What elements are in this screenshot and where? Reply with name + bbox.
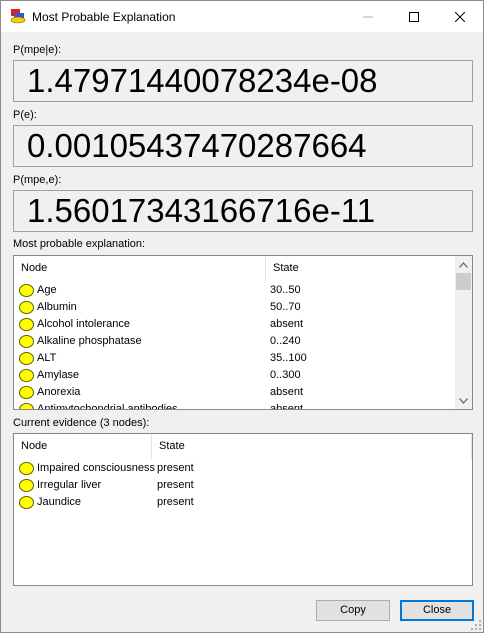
list-item[interactable]: Irregular liver present bbox=[14, 477, 472, 494]
node-name: Irregular liver bbox=[37, 479, 102, 491]
evidence-list[interactable]: Node State Impaired consciousness presen… bbox=[13, 433, 473, 586]
list-item[interactable]: Amylase 0..300 bbox=[14, 367, 457, 384]
app-icon bbox=[10, 9, 26, 24]
node-state: 0..240 bbox=[270, 335, 301, 347]
node-state: 35..100 bbox=[270, 352, 307, 364]
node-name: Anorexia bbox=[37, 386, 81, 398]
p-e-label: P(e): bbox=[13, 109, 37, 121]
node-name: Alcohol intolerance bbox=[37, 318, 130, 330]
node-icon bbox=[19, 284, 34, 297]
p-mpe-given-e-label: P(mpe|e): bbox=[13, 44, 62, 56]
node-name: Amylase bbox=[37, 369, 80, 381]
list-item[interactable]: Albumin 50..70 bbox=[14, 299, 457, 316]
mpe-column-node[interactable]: Node bbox=[14, 256, 266, 281]
copy-button[interactable]: Copy bbox=[316, 600, 390, 621]
scroll-up-button[interactable] bbox=[455, 256, 472, 273]
close-icon bbox=[455, 11, 465, 22]
chevron-down-icon bbox=[459, 397, 468, 404]
p-mpe-and-e-label: P(mpe,e): bbox=[13, 174, 62, 186]
node-state: absent bbox=[270, 386, 304, 398]
minimize-button[interactable] bbox=[345, 1, 391, 32]
list-item[interactable]: ALT 35..100 bbox=[14, 350, 457, 367]
node-icon bbox=[19, 318, 34, 331]
list-item[interactable]: Alcohol intolerance absent bbox=[14, 316, 457, 333]
title-bar[interactable]: Most Probable Explanation bbox=[1, 1, 483, 32]
node-icon bbox=[19, 496, 34, 509]
p-mpe-and-e-value[interactable]: 1.56017343166716e-11 bbox=[13, 190, 473, 232]
scroll-thumb[interactable] bbox=[456, 273, 471, 290]
mpe-column-state[interactable]: State bbox=[266, 256, 457, 281]
node-name: ALT bbox=[37, 352, 57, 364]
close-window-button[interactable] bbox=[437, 1, 483, 32]
node-state: 50..70 bbox=[270, 301, 301, 313]
list-item[interactable]: Impaired consciousness present bbox=[14, 460, 472, 477]
evidence-list-header: Node State bbox=[14, 434, 472, 459]
p-e-value[interactable]: 0.00105437470287664 bbox=[13, 125, 473, 167]
minimize-icon bbox=[363, 16, 373, 17]
node-state: 30..50 bbox=[270, 284, 301, 296]
evidence-column-node[interactable]: Node bbox=[14, 434, 152, 459]
node-icon bbox=[19, 369, 34, 382]
node-name: Jaundice bbox=[37, 496, 82, 508]
node-icon bbox=[19, 335, 34, 348]
mpe-list-header: Node State bbox=[14, 256, 457, 281]
list-item[interactable]: Alkaline phosphatase 0..240 bbox=[14, 333, 457, 350]
node-state: present bbox=[157, 479, 194, 491]
evidence-list-label: Current evidence (3 nodes): bbox=[13, 417, 150, 429]
node-icon bbox=[19, 403, 34, 409]
node-state: 0..300 bbox=[270, 369, 301, 381]
mpe-list-label: Most probable explanation: bbox=[13, 238, 146, 250]
node-icon bbox=[19, 386, 34, 399]
p-mpe-given-e-value[interactable]: 1.47971440078234e-08 bbox=[13, 60, 473, 102]
node-icon bbox=[19, 301, 34, 314]
window-title: Most Probable Explanation bbox=[32, 10, 176, 24]
node-state: present bbox=[157, 496, 194, 508]
maximize-button[interactable] bbox=[391, 1, 437, 32]
mpe-dialog: Most Probable Explanation P(mpe|e): 1.47… bbox=[0, 0, 484, 633]
node-name: Albumin bbox=[37, 301, 77, 313]
node-icon bbox=[19, 479, 34, 492]
resize-grip-icon[interactable] bbox=[471, 620, 481, 630]
list-item[interactable]: Age 30..50 bbox=[14, 282, 457, 299]
maximize-icon bbox=[409, 11, 419, 22]
node-name: Age bbox=[37, 284, 57, 296]
node-state: present bbox=[157, 462, 194, 474]
node-icon bbox=[19, 462, 34, 475]
close-button[interactable]: Close bbox=[400, 600, 474, 621]
node-name: Alkaline phosphatase bbox=[37, 335, 142, 347]
node-name: Impaired consciousness bbox=[37, 462, 156, 474]
node-icon bbox=[19, 352, 34, 365]
list-item[interactable]: Anorexia absent bbox=[14, 384, 457, 401]
chevron-up-icon bbox=[459, 261, 468, 268]
node-state: absent bbox=[270, 318, 304, 330]
list-item[interactable]: Antimytochondrial antibodies absent bbox=[14, 401, 457, 410]
evidence-column-state[interactable]: State bbox=[152, 434, 472, 459]
scroll-down-button[interactable] bbox=[455, 392, 472, 409]
node-name: Antimytochondrial antibodies bbox=[37, 403, 178, 410]
mpe-list[interactable]: Node State Age 30..50 Albumin 50..70 Alc… bbox=[13, 255, 473, 410]
mpe-vertical-scrollbar[interactable] bbox=[455, 256, 472, 409]
node-state: absent bbox=[270, 403, 304, 410]
list-item[interactable]: Jaundice present bbox=[14, 494, 472, 511]
